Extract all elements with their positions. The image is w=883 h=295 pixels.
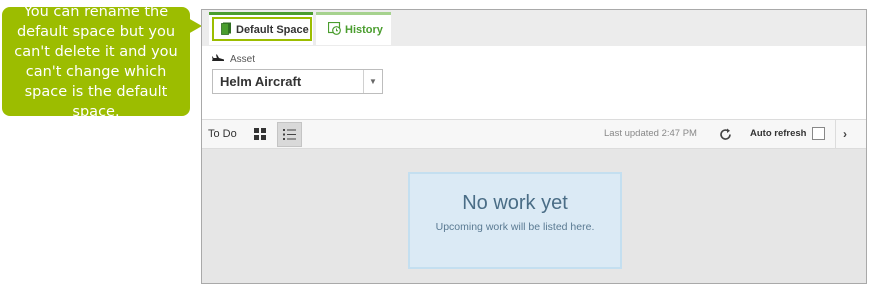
asset-label-row: Asset	[212, 54, 255, 65]
empty-state-card: No work yet Upcoming work will be listed…	[408, 172, 622, 269]
empty-state-subtitle: Upcoming work will be listed here.	[435, 221, 595, 233]
book-icon	[221, 22, 232, 38]
callout-text: You can rename the default space but you…	[14, 3, 178, 120]
auto-refresh-checkbox[interactable]	[812, 127, 825, 140]
list-view-icon[interactable]	[277, 122, 302, 147]
last-updated-text: Last updated 2:47 PM	[604, 128, 697, 139]
callout-pointer	[188, 18, 202, 34]
asset-label: Asset	[230, 54, 256, 65]
asset-panel: Asset Helm Aircraft ▼	[202, 46, 866, 119]
aircraft-icon	[212, 54, 224, 65]
chevron-down-icon[interactable]: ▼	[363, 70, 382, 93]
history-icon	[327, 21, 341, 38]
grid-view-icon[interactable]	[249, 123, 271, 145]
callout-tooltip: You can rename the default space but you…	[2, 4, 190, 120]
refresh-icon[interactable]	[716, 125, 734, 143]
app-frame: Default Space History Asset Helm Aircraf…	[201, 9, 867, 284]
asset-selected-value: Helm Aircraft	[220, 74, 302, 89]
asset-select[interactable]: Helm Aircraft ▼	[212, 69, 383, 94]
tab-label: History	[345, 24, 383, 36]
work-area: No work yet Upcoming work will be listed…	[202, 149, 866, 283]
todo-label: To Do	[208, 128, 237, 140]
empty-state-title: No work yet	[462, 192, 568, 214]
chevron-right-icon[interactable]: ›	[843, 120, 847, 148]
tab-label: Default Space	[236, 24, 309, 36]
auto-refresh-label: Auto refresh	[750, 128, 807, 139]
tab-history[interactable]: History	[316, 12, 391, 45]
toolbar-divider	[835, 120, 836, 148]
tab-default-space[interactable]: Default Space	[209, 12, 313, 45]
tab-bar: Default Space History	[202, 10, 866, 47]
toolbar: To Do Last updated 2:47 PM Auto refresh	[202, 119, 866, 149]
